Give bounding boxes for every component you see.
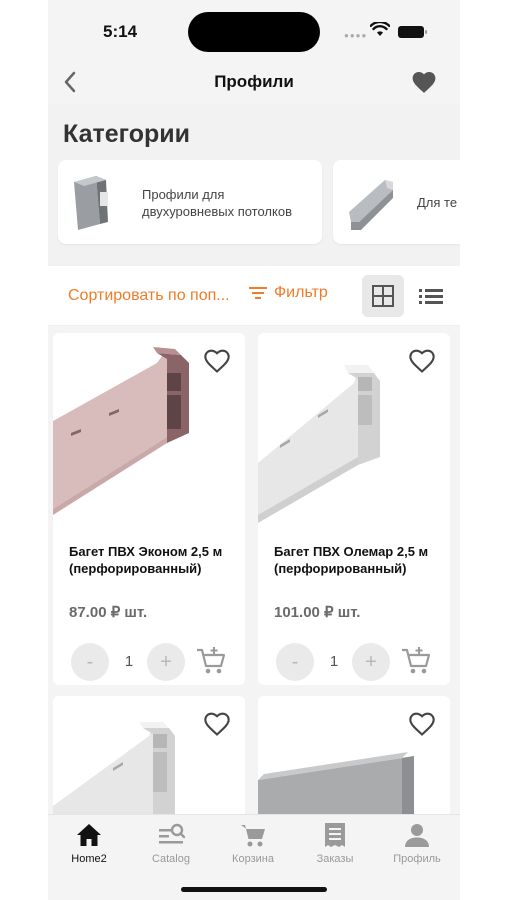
favorites-button[interactable] [410,68,438,96]
phone-screen: 5:14 ●●●● Профили Категории Профили для … [48,0,460,900]
catalog-search-icon [159,823,185,844]
category-card[interactable]: Профили для двухуровневых потолков [58,160,322,244]
tab-label: Catalog [152,853,190,865]
category-image [74,176,108,230]
categories-heading: Категории [63,120,190,148]
filter-label: Фильтр [274,284,328,301]
quantity-value: 1 [124,653,134,670]
add-to-cart-icon[interactable] [400,645,432,677]
status-bar: 5:14 ●●●● [48,0,460,62]
sort-button[interactable]: Сортировать по поп... [68,287,230,305]
sort-filter-toolbar: Сортировать по поп... Фильтр [48,266,460,326]
quantity-value: 1 [329,653,339,670]
tab-profile[interactable]: Профиль [376,821,458,871]
product-card[interactable] [53,696,245,814]
list-view-button[interactable] [410,275,452,317]
product-price: 87.00 ₽ шт. [69,604,148,621]
increase-quantity-button[interactable]: + [352,643,390,681]
home-indicator [181,887,327,892]
favorite-heart-icon[interactable] [408,347,436,375]
tab-label: Профиль [393,853,441,865]
product-grid: Багет ПВХ Эконом 2,5 м (перфорированный)… [48,326,460,814]
category-card[interactable]: Для те [333,160,460,244]
decrease-quantity-button[interactable]: - [71,643,109,681]
tab-label: Корзина [232,853,274,865]
product-card[interactable]: Багет ПВХ Олемар 2,5 м (перфорированный)… [258,333,450,685]
filter-button[interactable]: Фильтр [248,284,328,302]
favorite-heart-icon[interactable] [203,347,231,375]
product-name: Багет ПВХ Эконом 2,5 м (перфорированный) [69,544,223,576]
product-card[interactable]: Багет ПВХ Эконом 2,5 м (перфорированный)… [53,333,245,685]
tab-orders[interactable]: Заказы [294,821,376,871]
add-to-cart-icon[interactable] [195,645,227,677]
favorite-heart-icon[interactable] [203,710,231,738]
battery-icon [398,26,427,38]
status-time: 5:14 [103,22,138,41]
decrease-quantity-button[interactable]: - [276,643,314,681]
category-label: Для те [417,195,458,210]
category-image [349,180,393,230]
product-price: 101.00 ₽ шт. [274,604,361,621]
grid-view-icon [372,285,394,307]
page: 5:14 ●●●● Профили Категории Профили для … [0,0,507,900]
grid-view-button[interactable] [362,275,404,317]
home-icon [77,824,101,846]
categories-section: Категории Профили для двухуровневых пото… [48,104,460,266]
nav-header: Профили [48,62,460,104]
filter-icon [249,287,267,299]
product-card[interactable] [258,696,450,814]
favorite-heart-icon[interactable] [408,710,436,738]
increase-quantity-button[interactable]: + [147,643,185,681]
dynamic-island [188,12,320,52]
tab-label: Заказы [316,853,354,865]
list-view-icon [419,289,443,304]
person-icon [405,824,429,847]
category-label: Профили для двухуровневых потолков [142,187,292,219]
cart-icon [241,825,265,847]
product-name: Багет ПВХ Олемар 2,5 м (перфорированный) [274,544,429,576]
tab-catalog[interactable]: Catalog [130,821,212,871]
tab-cart[interactable]: Корзина [212,821,294,871]
tab-label: Home2 [71,853,107,865]
heart-filled-icon [412,72,436,93]
receipt-icon [325,823,345,847]
signal-icon: ●●●● [344,31,368,40]
page-title: Профили [214,72,294,91]
tab-home[interactable]: Home2 [48,821,130,871]
wifi-icon [370,22,390,36]
